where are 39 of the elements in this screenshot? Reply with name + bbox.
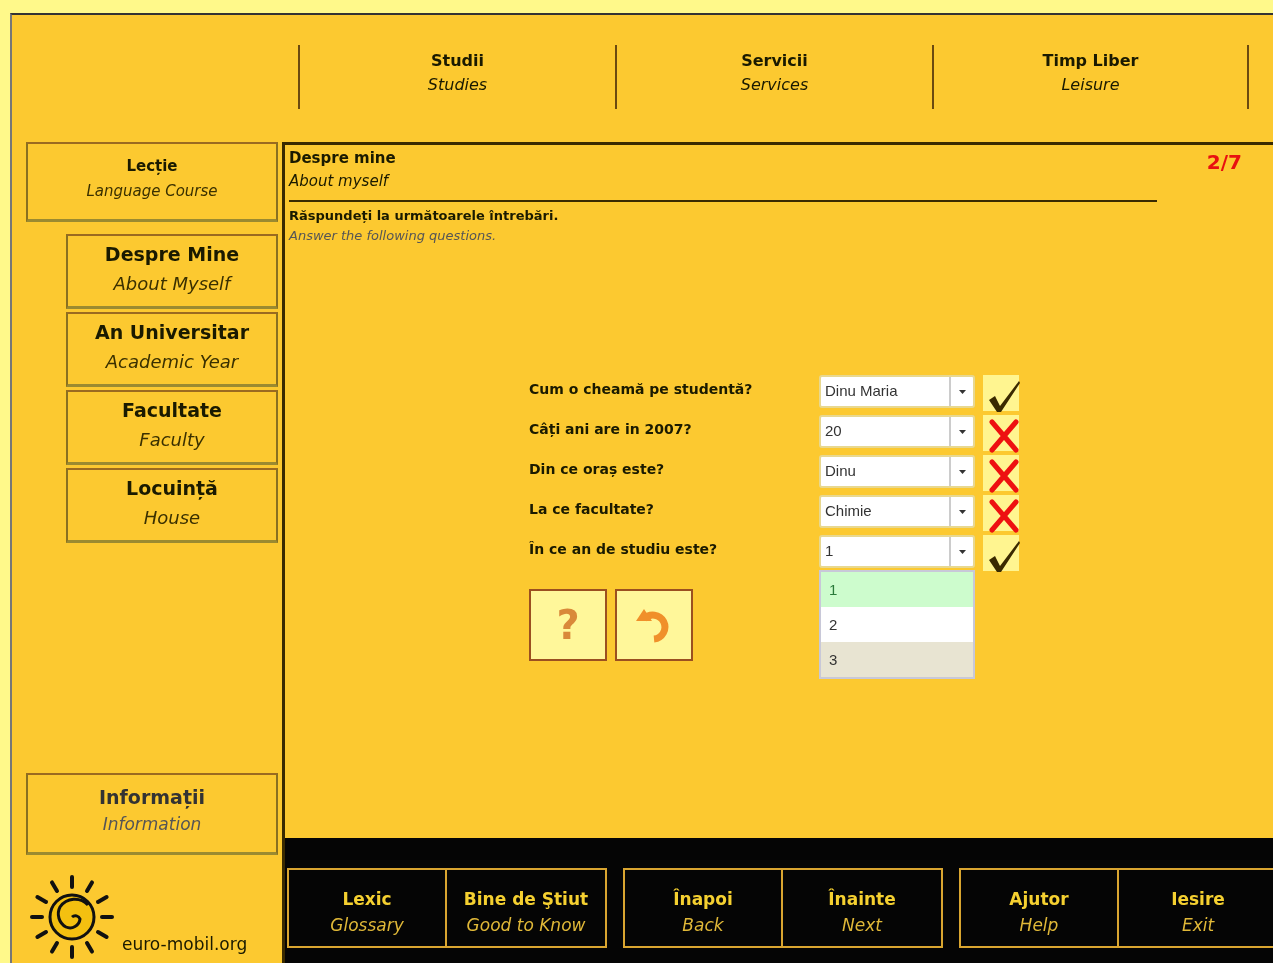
instruction-translation: Answer the following questions. [289,226,498,245]
question-text: Din ce oraș este? [529,460,666,479]
sidebar-item[interactable]: Locuință House [66,468,278,543]
reset-button[interactable] [615,589,693,661]
logo-text: euro-mobil.org [122,932,248,956]
answer-dropdown[interactable]: Chimie [819,495,975,528]
sidebar-item[interactable]: An Universitar Academic Year [66,312,278,387]
dropdown-option[interactable]: 3 [821,642,973,677]
nav-link[interactable]: Studii Studies [427,49,488,97]
dropdown-option[interactable]: 2 [821,607,973,642]
dropdown-arrow-icon [958,429,966,434]
answer-dropdown[interactable]: Dinu Maria [819,375,975,408]
page-subtitle: About myself [289,170,391,192]
footer-button[interactable]: Bine de Ştiut Good to Know [447,868,607,948]
nav-link[interactable]: Timp Liber Leisure [1042,49,1139,97]
instruction-text: Răspundeți la următoarele întrebări. [289,207,560,225]
information-button[interactable]: Informații Information [26,773,278,855]
page-title: Despre mine [289,148,396,169]
lesson-menu-button[interactable]: Lecție Language Course [26,142,278,222]
dropdown-option[interactable]: 1 [821,572,973,607]
question-text: La ce facultate? [529,500,655,519]
footer-button[interactable]: Ajutor Help [959,868,1119,948]
answer-dropdown[interactable]: 20 [819,415,975,448]
nav-link[interactable]: Servicii Services [740,49,809,97]
footer-button[interactable]: Lexic Glossary [287,868,447,948]
page-counter: 2/7 [1206,149,1242,176]
dropdown-arrow-icon [958,389,966,394]
dropdown-arrow-icon [958,469,966,474]
answer-dropdown[interactable]: Dinu [819,455,975,488]
footer-button[interactable]: Iesire Exit [1119,868,1273,948]
footer-button[interactable]: Înapoi Back [623,868,783,948]
sidebar-item[interactable]: Despre Mine About Myself [66,234,278,309]
footer-button[interactable]: Înainte Next [783,868,943,948]
question-text: Câți ani are in 2007? [529,420,693,439]
dropdown-arrow-icon [958,549,966,554]
question-text: În ce an de studiu este? [529,540,719,559]
sidebar-item[interactable]: Facultate Faculty [66,390,278,465]
question-text: Cum o cheamă pe studentă? [529,380,754,399]
dropdown-arrow-icon [958,509,966,514]
